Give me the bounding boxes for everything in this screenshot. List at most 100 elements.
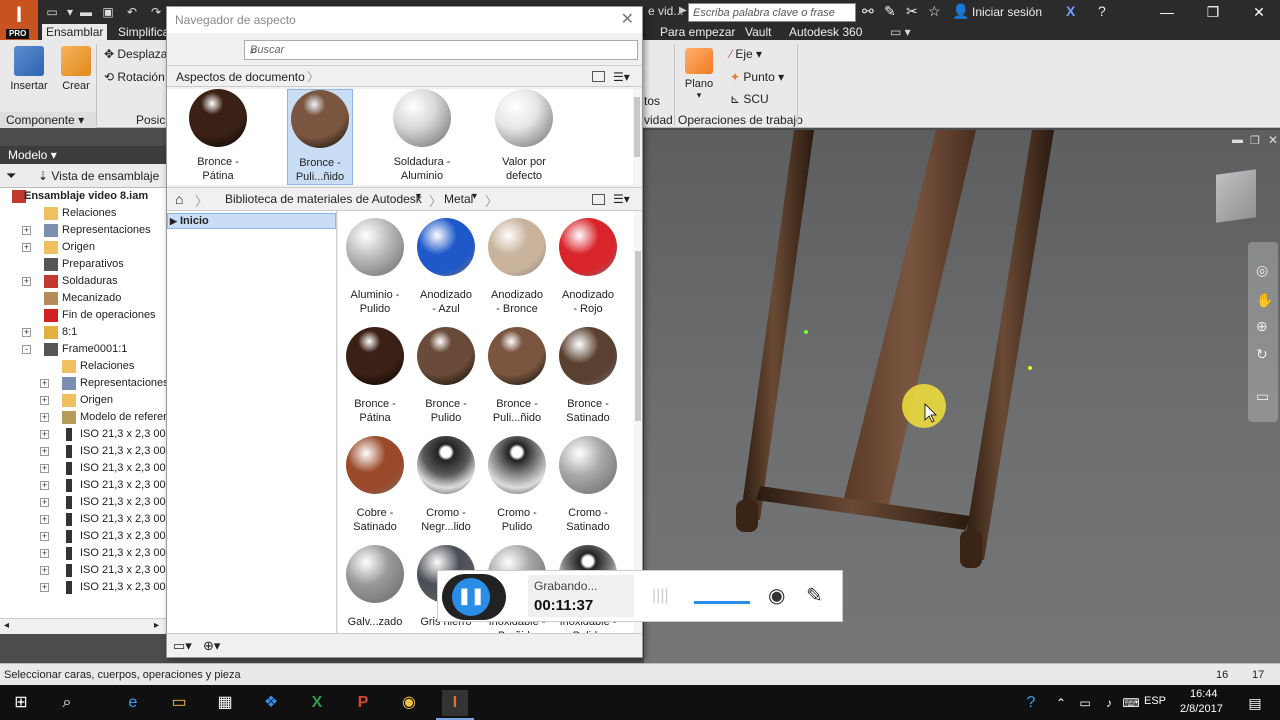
maximize-button[interactable]: ❐ — [1190, 0, 1236, 24]
new-dropdown-icon[interactable]: ▾ — [62, 4, 78, 20]
expand-icon[interactable]: + — [40, 515, 49, 524]
model-tree-row[interactable]: Ensamblaje video 8.iam — [0, 188, 166, 205]
list-view-icon[interactable]: ☰▾ — [613, 66, 630, 88]
library-appearance-swatch[interactable]: Bronce - Puli...ñido — [486, 326, 548, 425]
model-tree-row[interactable]: Relaciones — [0, 205, 166, 222]
model-tree-row[interactable]: + Representaciones — [0, 222, 166, 239]
expand-icon[interactable]: + — [40, 532, 49, 541]
model-tree-row[interactable]: + ISO 21,3 x 2,3 0000000 — [0, 511, 166, 528]
model-tree-row[interactable]: + ISO 21,3 x 2,3 0000000 — [0, 426, 166, 443]
volume-slider[interactable] — [694, 601, 750, 604]
model-tree-row[interactable]: + Soldaduras — [0, 273, 166, 290]
model-tree-row[interactable]: + ISO 21,3 x 2,3 0000000 — [0, 477, 166, 494]
model-tree-row[interactable]: Preparativos — [0, 256, 166, 273]
tab-ensamblar[interactable]: Ensamblar — [42, 24, 108, 40]
library-appearance-swatch[interactable]: Cromo - Negr...lido — [415, 435, 477, 534]
library-appearance-swatch[interactable]: Anodizado - Azul — [415, 217, 477, 316]
expand-icon[interactable]: + — [40, 396, 49, 405]
viewport-close-icon[interactable]: ✕ — [1268, 133, 1278, 147]
model-tree-row[interactable]: Relaciones — [0, 358, 166, 375]
inventor-app-logo[interactable]: I PRO — [0, 0, 38, 40]
document-appearance-swatch[interactable]: Bronce - Pátina — [185, 89, 251, 185]
edge-browser-icon[interactable]: e — [120, 690, 146, 716]
create-appearance-icon[interactable]: ⊕▾ — [203, 638, 220, 654]
model-tree-row[interactable]: + Modelo de referencia de — [0, 409, 166, 426]
library-appearance-swatch[interactable]: Anodizado - Rojo — [557, 217, 619, 316]
filter-icon[interactable]: ⏷ — [6, 168, 16, 184]
axis-button[interactable]: ⁄ Eje ▾ — [730, 47, 762, 61]
library-appearance-swatch[interactable]: Bronce - Satinado — [557, 326, 619, 425]
library-scroll-thumb[interactable] — [635, 251, 641, 421]
show-hidden-icons[interactable]: ⌃ — [1048, 690, 1074, 716]
model-tree-row[interactable]: + ISO 21,3 x 2,3 0000001 — [0, 579, 166, 596]
model-tree-row[interactable]: + ISO 21,3 x 2,3 0000000 — [0, 443, 166, 460]
expand-icon[interactable]: + — [22, 243, 31, 252]
model-tree-row[interactable]: - Frame0001:1 — [0, 341, 166, 358]
model-tree-row[interactable]: Fin de operaciones — [0, 307, 166, 324]
tab-autodesk-360[interactable]: Autodesk 360 — [785, 24, 866, 40]
breadcrumb-dropdown-icon[interactable]: ▾ — [416, 191, 421, 202]
list-view-icon[interactable]: ☰▾ — [613, 192, 630, 206]
scroll-right-icon[interactable]: ▸ — [154, 620, 159, 631]
breadcrumb-metal[interactable]: Metal — [444, 188, 473, 210]
tools-icon[interactable]: ✎ — [884, 3, 896, 20]
library-appearance-swatch[interactable]: Cromo - Satinado — [557, 435, 619, 534]
expand-icon[interactable]: + — [40, 549, 49, 558]
collapse-icon[interactable]: - — [22, 345, 31, 354]
expand-icon[interactable]: + — [40, 464, 49, 473]
close-window-button[interactable]: ✕ — [1236, 0, 1280, 24]
expand-icon[interactable]: + — [40, 583, 49, 592]
redo-icon[interactable]: ↷ — [148, 4, 164, 20]
windows-start-icon[interactable]: ⊞ — [8, 690, 34, 716]
tree-expand-icon[interactable]: ▶ — [170, 214, 177, 228]
expand-icon[interactable]: + — [22, 226, 31, 235]
view-selector[interactable]: ⇣ Vista de ensamblaje — [38, 169, 159, 183]
tree-horizontal-scrollbar[interactable]: ◂ ▸ — [0, 618, 166, 634]
save-icon[interactable]: ▣ — [100, 4, 116, 20]
model-tree-row[interactable]: +8:1 — [0, 324, 166, 341]
expand-icon[interactable]: + — [40, 481, 49, 490]
help-search-input[interactable]: Escriba palabra clave o frase — [688, 3, 856, 22]
search-taskbar-icon[interactable]: ⌕ — [54, 690, 80, 716]
panel-componente[interactable]: Componente ▾ — [0, 112, 96, 128]
exchange-x-icon[interactable]: X — [1066, 3, 1075, 19]
store-icon[interactable]: ▦ — [212, 690, 238, 716]
zoom-icon[interactable]: ⊕ — [1256, 318, 1268, 335]
search-expand-icon[interactable]: ▶ — [679, 5, 687, 16]
appearance-search-input[interactable]: Buscar ⌕ — [244, 40, 638, 60]
powerpoint-icon[interactable]: P — [350, 690, 376, 716]
expand-icon[interactable]: + — [40, 430, 49, 439]
rotate-button[interactable]: ⟲ Rotación — [104, 70, 165, 84]
model-browser-header[interactable]: Modelo ▾ — [0, 146, 166, 164]
user-icon[interactable]: 👤 — [952, 3, 969, 20]
breadcrumb-library[interactable]: Biblioteca de materiales de Autodesk — [225, 188, 422, 210]
expand-icon[interactable]: + — [40, 447, 49, 456]
steering-wheel-icon[interactable]: ◎ — [1256, 262, 1268, 279]
tab-simplificar[interactable]: Simplifica — [114, 24, 173, 40]
dialog-close-button[interactable]: ✕ — [621, 9, 634, 29]
favorites-star-icon[interactable]: ☆ — [928, 3, 941, 20]
file-explorer-icon[interactable]: ▭ — [166, 690, 192, 716]
expand-icon[interactable]: + — [40, 379, 49, 388]
orbit-icon[interactable]: ↻ — [1256, 346, 1268, 363]
ribbon-options-icon[interactable]: ▭ ▾ — [886, 24, 915, 40]
plane-button[interactable]: Plano ▾ — [682, 48, 716, 101]
webcam-icon[interactable]: ◉ — [768, 583, 785, 608]
open-icon[interactable]: ▬ — [78, 4, 94, 20]
model-tree-row[interactable]: + ISO 21,3 x 2,3 0000001 — [0, 562, 166, 579]
move-button[interactable]: ✥ Desplaza — [104, 47, 167, 61]
document-appearance-swatch[interactable]: Valor por defecto — [491, 89, 557, 185]
signin-button[interactable]: Iniciar sesión — [972, 5, 1042, 19]
clock-date[interactable]: 2/8/2017 — [1180, 703, 1223, 715]
breadcrumb-dropdown-icon[interactable]: ▾ — [472, 191, 477, 202]
thumbnail-view-icon[interactable] — [592, 71, 605, 82]
doc-strip-scroll-thumb[interactable] — [634, 97, 640, 157]
language-icon[interactable]: ⌨ — [1118, 690, 1144, 716]
library-appearance-swatch[interactable]: Cobre - Satinado — [344, 435, 406, 534]
library-appearance-swatch[interactable]: Aluminio - Pulido — [344, 217, 406, 316]
input-language[interactable]: ESP — [1144, 695, 1166, 707]
doc-strip-scrollbar[interactable] — [633, 89, 641, 185]
look-at-icon[interactable]: ▭ — [1256, 388, 1269, 405]
inventor-taskbar-icon[interactable]: I — [442, 690, 468, 716]
insert-button[interactable]: Insertar — [8, 46, 50, 92]
